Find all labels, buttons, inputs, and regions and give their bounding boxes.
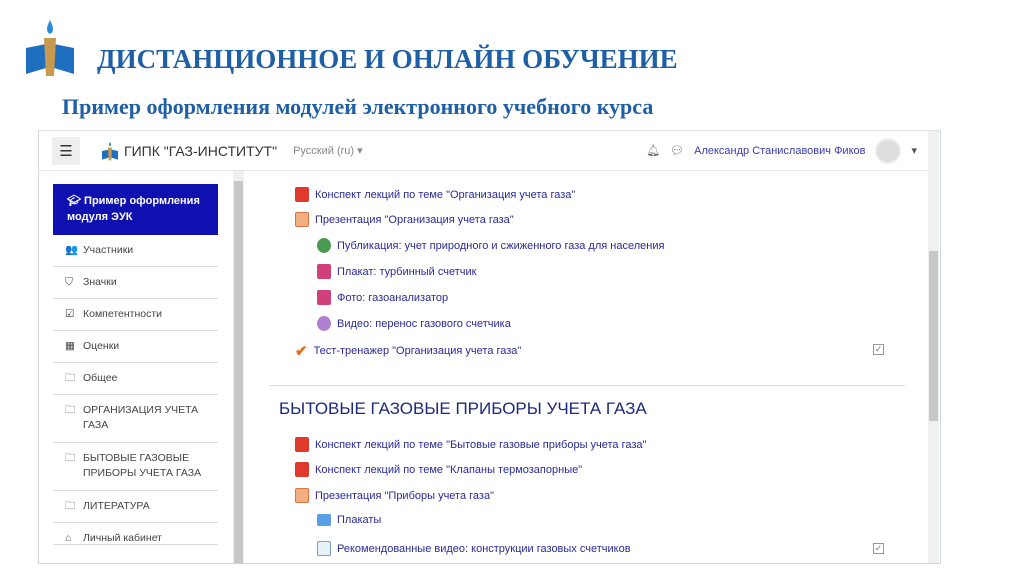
sidebar-item-course[interactable]: 🎓︎ Пример оформления модуля ЭУК: [53, 184, 218, 235]
web-icon: [317, 238, 331, 253]
bell-icon[interactable]: 🔔︎: [646, 144, 660, 157]
page-icon: [317, 541, 331, 556]
pdf-icon: [295, 462, 309, 477]
course-content: Конспект лекций по теме "Организация уче…: [253, 171, 913, 563]
slide-title: ДИСТАНЦИОННОЕ И ОНЛАЙН ОБУЧЕНИЕ: [97, 44, 678, 74]
ppt-icon: [295, 488, 309, 503]
brand-name: ГИПК "ГАЗ-ИНСТИТУТ": [124, 142, 278, 159]
sidebar-item-label: БЫТОВЫЕ ГАЗОВЫЕ ПРИБОРЫ УЧЕТА ГАЗА: [83, 452, 202, 479]
content-scrollbar[interactable]: [928, 131, 939, 563]
activity-label: Конспект лекций по теме "Организация уче…: [315, 188, 576, 201]
user-menu-chevron-icon[interactable]: ▾: [911, 144, 917, 157]
activity-link[interactable]: Презентация "Организация учета газа": [295, 212, 514, 227]
language-selector[interactable]: Русский (ru) ▾: [293, 144, 363, 157]
sidebar-item[interactable]: 👥 Участники: [53, 235, 218, 267]
activity-label: Конспект лекций по теме "Бытовые газовые…: [315, 438, 647, 451]
section-title: БЫТОВЫЕ ГАЗОВЫЕ ПРИБОРЫ УЧЕТА ГАЗА: [279, 399, 647, 418]
institute-logo: [26, 20, 74, 76]
completion-checkbox[interactable]: ✓: [873, 344, 884, 355]
sidebar-item-label: Личный кабинет: [83, 532, 162, 544]
browser-screenshot: ☰ ГИПК "ГАЗ-ИНСТИТУТ" Русский (ru) ▾ 🔔︎ …: [38, 130, 941, 564]
sidebar-item-label: Участники: [83, 244, 134, 256]
quiz-icon: ✔: [295, 343, 308, 360]
graduation-cap-icon: 🎓︎: [67, 195, 85, 207]
sidebar-item[interactable]: 🗀 ЛИТЕРАТУРА: [53, 491, 218, 523]
sidebar-item-label: Общее: [83, 372, 118, 384]
avatar[interactable]: [875, 137, 902, 164]
activity-link[interactable]: Фото: газоанализатор: [317, 290, 448, 305]
activity-link[interactable]: Видео: перенос газового счетчика: [317, 316, 511, 331]
activity-label: Рекомендованные видео: конструкции газов…: [337, 542, 631, 555]
activity-label: Презентация "Организация учета газа": [315, 213, 514, 226]
navbar: ☰ ГИПК "ГАЗ-ИНСТИТУТ" Русский (ru) ▾ 🔔︎ …: [39, 131, 927, 171]
img-icon: [317, 264, 331, 279]
sidebar-item-icon: ⌂: [65, 532, 72, 544]
sidebar-item-label: ЛИТЕРАТУРА: [83, 500, 150, 512]
activity-label: Презентация "Приборы учета газа": [315, 489, 494, 502]
sidebar-item-label: Компетентности: [83, 308, 163, 320]
section-divider: [269, 385, 905, 386]
activity-label: Фото: газоанализатор: [337, 291, 449, 304]
sidebar-item-label: Значки: [83, 276, 117, 288]
sidebar-item-icon: 🗀: [65, 372, 76, 384]
menu-toggle-button[interactable]: ☰: [52, 136, 80, 165]
activity-label: Плакат: турбинный счетчик: [337, 265, 477, 278]
activity-label: Конспект лекций по теме "Клапаны термоза…: [315, 463, 583, 476]
activity-link[interactable]: Плакат: турбинный счетчик: [317, 264, 476, 279]
pdf-icon: [295, 187, 309, 202]
sidebar-item[interactable]: ⛉ Значки: [53, 267, 218, 299]
sidebar-item[interactable]: 🗀 ОРГАНИЗАЦИЯ УЧЕТА ГАЗА: [53, 395, 218, 443]
user-name[interactable]: Александр Станиславович Фиков: [694, 145, 865, 157]
activity-label: Публикация: учет природного и сжиженного…: [337, 239, 665, 252]
sidebar-item-icon: 🗀: [65, 404, 76, 416]
sidebar-item-icon: 🗀: [65, 452, 76, 464]
activity-label: Плакаты: [337, 514, 382, 526]
sidebar-item-icon: 👥: [65, 244, 79, 256]
sidebar-item[interactable]: ▦ Оценки: [53, 331, 218, 363]
sidebar-item[interactable]: 🗀 Общее: [53, 363, 218, 395]
ppt-icon: [295, 212, 309, 227]
activity-link[interactable]: Публикация: учет природного и сжиженного…: [317, 238, 664, 253]
activity-link[interactable]: Презентация "Приборы учета газа": [295, 488, 494, 503]
sidebar-scrollbar[interactable]: [233, 171, 244, 563]
vid-icon: [317, 316, 331, 331]
course-sidebar: 🎓︎ Пример оформления модуля ЭУК 👥 Участни…: [53, 184, 218, 545]
sidebar-item-icon: ▦: [65, 340, 75, 352]
message-icon[interactable]: 💬︎: [670, 144, 684, 157]
activity-label: Тест-тренажер "Организация учета газа": [313, 345, 522, 357]
img-icon: [317, 290, 331, 305]
sidebar-item-icon: ⛉: [65, 276, 73, 288]
activity-link[interactable]: Конспект лекций по теме "Клапаны термоза…: [295, 462, 582, 477]
activity-link[interactable]: Конспект лекций по теме "Организация уче…: [295, 187, 575, 202]
sidebar-item-label: ОРГАНИЗАЦИЯ УЧЕТА ГАЗА: [83, 404, 199, 431]
site-brand[interactable]: ГИПК "ГАЗ-ИНСТИТУТ": [100, 141, 277, 161]
folder-icon: [317, 514, 331, 526]
activity-link[interactable]: Рекомендованные видео: конструкции газов…: [317, 541, 631, 556]
activity-label: Видео: перенос газового счетчика: [337, 317, 511, 330]
sidebar-item-icon: 🗀: [65, 500, 76, 512]
activity-link[interactable]: Плакаты: [317, 514, 381, 526]
completion-checkbox[interactable]: ✓: [873, 543, 884, 554]
brand-logo-icon: [102, 141, 118, 160]
sidebar-item[interactable]: ⌂ Личный кабинет: [53, 523, 218, 545]
sidebar-item-icon: ☑: [65, 308, 75, 320]
activity-link[interactable]: Конспект лекций по теме "Бытовые газовые…: [295, 437, 646, 452]
slide-subtitle: Пример оформления модулей электронного у…: [62, 94, 654, 119]
pdf-icon: [295, 437, 309, 452]
activity-link[interactable]: ✔ Тест-тренажер "Организация учета газа": [295, 342, 521, 360]
sidebar-item-label: Оценки: [83, 340, 120, 352]
sidebar-item[interactable]: 🗀 БЫТОВЫЕ ГАЗОВЫЕ ПРИБОРЫ УЧЕТА ГАЗА: [53, 443, 218, 491]
sidebar-item[interactable]: ☑ Компетентности: [53, 299, 218, 331]
